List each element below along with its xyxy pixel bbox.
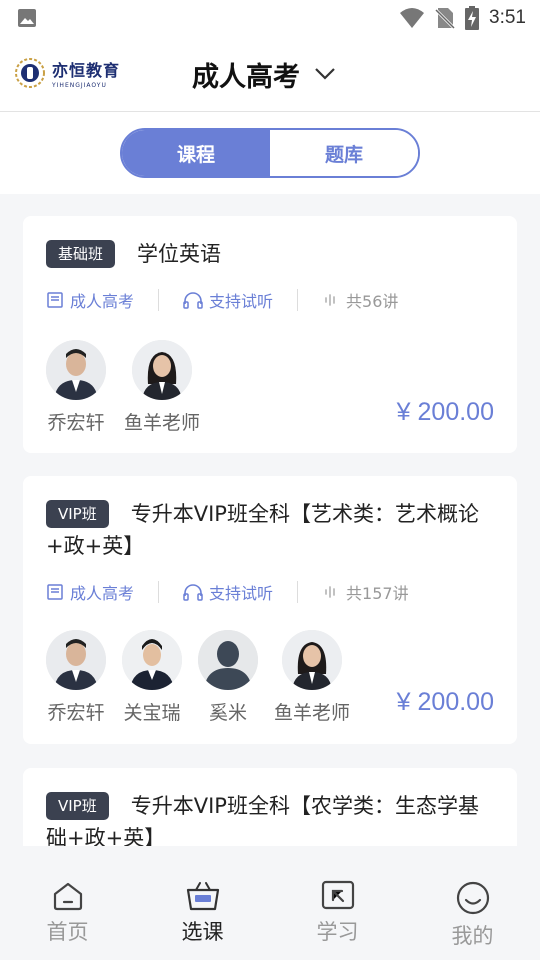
chevron-down-icon (315, 68, 335, 80)
course-heading: VIP班 专升本VIP班全科【艺术类：艺术概论+政+英】 (46, 498, 497, 562)
course-badge: VIP班 (46, 500, 109, 528)
tabs-bar: 课程 题库 (0, 112, 540, 194)
audio-wave-icon (325, 586, 335, 598)
nav-label: 我的 (451, 924, 494, 948)
course-title: 学位英语 (137, 242, 222, 266)
course-card[interactable]: VIP班 专升本VIP班全科【农学类：生态学基础+政+英】 (23, 768, 517, 846)
smile-icon (456, 881, 489, 915)
trial-label: 支持试听 (209, 292, 274, 311)
app-header: 亦恒教育 YIHENGJIAOYU 成人高考 (0, 36, 540, 112)
nav-home[interactable]: 首页 (0, 846, 135, 960)
course-heading: 基础班 学位英语 (46, 238, 497, 270)
avatar (132, 340, 192, 400)
avatar (122, 630, 182, 690)
course-title: 专升本VIP班全科【农学类：生态学基础+政+英】 (46, 794, 479, 846)
teacher: 鱼羊老师 (274, 630, 350, 725)
teacher-name: 乔宏轩 (47, 412, 105, 434)
image-icon (18, 9, 36, 27)
nav-label: 学习 (316, 920, 359, 944)
teacher: 奚米 (198, 630, 258, 725)
avatar (46, 630, 106, 690)
page-title: 成人高考 (192, 61, 300, 93)
avatar (282, 630, 342, 690)
course-price: ¥ 200.00 (396, 398, 494, 426)
bottom-nav: 首页 选课 学习 我的 (0, 846, 540, 960)
course-card[interactable]: 基础班 学位英语 成人高考 支持试听 共56讲 乔宏轩 鱼羊老师 ¥ 200.0… (23, 216, 517, 453)
course-card[interactable]: VIP班 专升本VIP班全科【艺术类：艺术概论+政+英】 成人高考 支持试听 共1… (23, 476, 517, 744)
audio-wave-icon (325, 294, 335, 306)
logo-emblem-icon (15, 58, 45, 88)
basket-icon (186, 882, 219, 911)
teacher-name: 鱼羊老师 (124, 412, 201, 434)
logo-text: 亦恒教育 (52, 61, 121, 80)
headphones-icon (183, 584, 203, 601)
course-list: 基础班 学位英语 成人高考 支持试听 共56讲 乔宏轩 鱼羊老师 ¥ 200.0… (0, 194, 540, 846)
teacher-name: 关宝瑞 (123, 702, 181, 724)
status-time: 3:51 (489, 7, 526, 28)
teacher-name: 乔宏轩 (47, 702, 105, 724)
teacher: 乔宏轩 (46, 340, 106, 435)
segmented-control: 课程 题库 (120, 128, 420, 178)
book-icon (47, 292, 63, 308)
course-category: 成人高考 (70, 292, 135, 311)
course-badge: VIP班 (46, 792, 109, 820)
teacher-list: 乔宏轩 关宝瑞 奚米 鱼羊老师 (46, 630, 368, 725)
study-icon (321, 880, 354, 910)
logo-subtext: YIHENGJIAOYU (52, 82, 107, 89)
teacher-list: 乔宏轩 鱼羊老师 (46, 340, 218, 435)
tab-courses[interactable]: 课程 (122, 130, 270, 176)
brand-logo: 亦恒教育 YIHENGJIAOYU (14, 56, 120, 90)
trial-label: 支持试听 (209, 584, 274, 603)
course-price: ¥ 200.00 (396, 688, 494, 716)
nav-label: 首页 (46, 920, 89, 944)
avatar (46, 340, 106, 400)
home-icon (53, 882, 82, 911)
battery-charging-icon (465, 6, 480, 30)
book-icon (47, 584, 63, 600)
teacher-name: 奚米 (208, 702, 247, 724)
lesson-count: 共157讲 (346, 584, 409, 603)
avatar (198, 630, 258, 690)
nav-study[interactable]: 学习 (270, 846, 405, 960)
teacher: 鱼羊老师 (124, 340, 200, 435)
wifi-icon (400, 8, 425, 28)
course-meta: 成人高考 支持试听 共56讲 (46, 288, 398, 312)
no-sim-icon (435, 8, 456, 29)
course-title: 专升本VIP班全科【艺术类：艺术概论+政+英】 (46, 502, 479, 558)
teacher: 乔宏轩 (46, 630, 106, 725)
nav-courses[interactable]: 选课 (135, 846, 270, 960)
course-meta: 成人高考 支持试听 共157讲 (46, 580, 409, 604)
teacher: 关宝瑞 (122, 630, 182, 725)
headphones-icon (183, 292, 203, 309)
status-bar: 3:51 (0, 0, 540, 36)
course-heading: VIP班 专升本VIP班全科【农学类：生态学基础+政+英】 (46, 790, 497, 846)
nav-label: 选课 (181, 920, 224, 944)
lesson-count: 共56讲 (346, 292, 399, 311)
nav-mine[interactable]: 我的 (405, 846, 540, 960)
course-badge: 基础班 (46, 240, 116, 268)
course-category: 成人高考 (70, 584, 135, 603)
teacher-name: 鱼羊老师 (274, 702, 351, 724)
exam-type-selector[interactable]: 成人高考 (192, 54, 336, 94)
tab-question-bank[interactable]: 题库 (270, 130, 418, 176)
